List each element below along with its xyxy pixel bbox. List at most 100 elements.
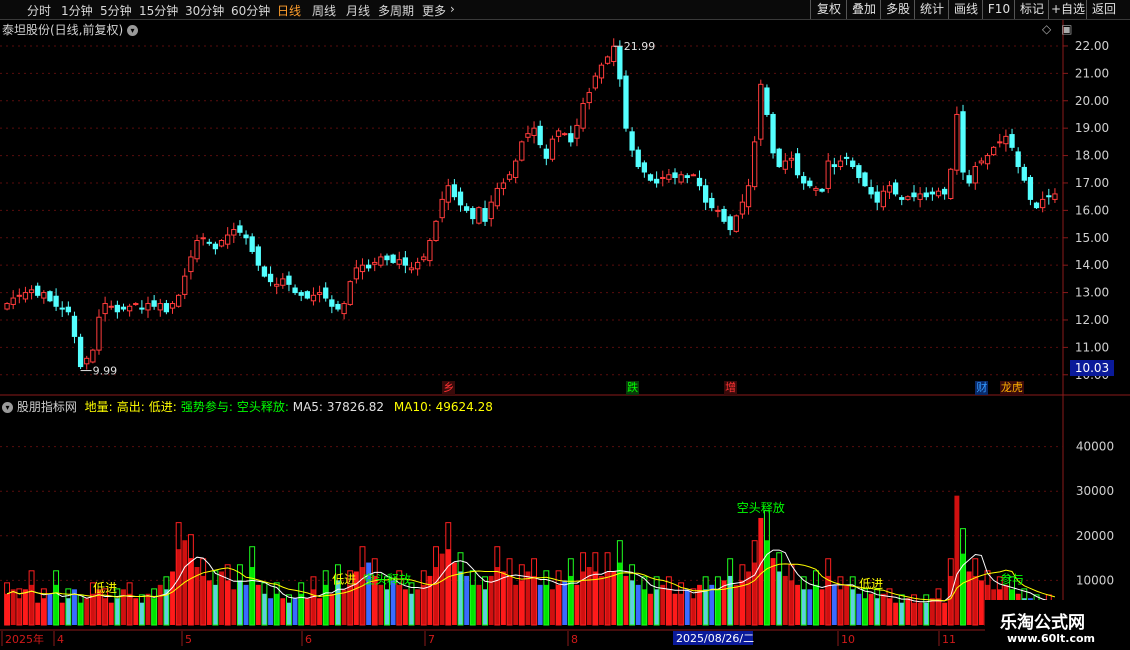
panel-toggle-icon[interactable]: ▣ <box>1061 22 1072 36</box>
volume-bar <box>274 593 280 625</box>
volume-bar <box>170 571 175 625</box>
volume-bar <box>458 571 463 625</box>
volume-bar <box>899 602 905 625</box>
candle-body <box>672 172 678 178</box>
volume-annotation: 低进 <box>332 572 356 586</box>
volume-tick-label: 30000 <box>1076 484 1114 498</box>
candle-body <box>1052 193 1058 200</box>
volume-bar <box>255 584 261 625</box>
candle-body <box>194 240 200 260</box>
price-tick-label: 17.00 <box>1075 176 1109 190</box>
volume-bar <box>409 593 414 625</box>
volume-bar <box>831 584 837 625</box>
volume-bar <box>880 593 886 625</box>
candle-body <box>923 192 929 198</box>
candle-body <box>126 305 133 312</box>
candle-body <box>482 208 488 222</box>
volume-bar <box>911 602 917 625</box>
candle-body <box>813 187 819 191</box>
candle-body <box>788 157 795 161</box>
volume-bar <box>329 593 335 625</box>
date-label: 5 <box>185 633 192 646</box>
candle-body <box>390 254 396 263</box>
candle-body <box>84 357 90 365</box>
candle-body <box>427 240 433 262</box>
volume-bar <box>84 598 90 625</box>
candle-body <box>255 246 261 266</box>
volume-bar <box>556 584 562 625</box>
diamond-icon[interactable]: ◇ <box>1042 22 1051 36</box>
event-marker[interactable]: 增 <box>724 381 738 395</box>
candle-body <box>954 113 960 171</box>
candle-body <box>359 264 366 273</box>
candle-body <box>941 188 948 195</box>
candle-body <box>329 299 335 307</box>
candle-body <box>819 188 825 192</box>
volume-bar <box>825 575 831 625</box>
kline-chart[interactable]: 22.00 21.00 20.00 19.00 18.00 17.00 16.00 15.00… <box>0 0 1130 650</box>
candle-body <box>972 166 978 184</box>
candle-body <box>41 292 47 299</box>
volume-bar <box>617 562 623 625</box>
volume-bar <box>53 584 59 625</box>
low-price-label: 9.99 <box>93 365 118 378</box>
event-marker[interactable]: 财 <box>975 381 989 395</box>
price-tick-label: 15.00 <box>1075 231 1109 245</box>
price-tick-label: 18.00 <box>1075 149 1109 163</box>
candle-body <box>16 294 22 297</box>
price-tick-label: 13.00 <box>1075 286 1109 300</box>
volume-bar <box>476 584 482 625</box>
volume-bar <box>133 598 139 625</box>
candle-body <box>402 257 409 266</box>
candle-body <box>703 185 709 203</box>
candle-body <box>531 127 537 136</box>
candle-body <box>365 264 372 269</box>
legend-item-2: 低进: <box>148 400 177 414</box>
candle-body <box>151 300 157 307</box>
volume-bar <box>611 571 617 625</box>
volume-bar <box>10 589 16 625</box>
price-tick-label: 21.00 <box>1075 66 1109 80</box>
candle-body <box>176 294 182 307</box>
volume-bar <box>317 598 323 625</box>
watermark-url: www.60lt.com <box>1007 632 1096 645</box>
candle-body <box>310 294 317 302</box>
stock-title-bar[interactable]: 泰坦股份(日线,前复权) ▾ <box>2 21 139 38</box>
candle-body <box>758 83 764 140</box>
volume-bar <box>844 584 850 625</box>
candle-body <box>886 185 893 193</box>
candle-body <box>874 191 880 203</box>
volume-bar <box>151 598 157 625</box>
event-marker[interactable]: 乡 <box>442 381 456 395</box>
event-marker[interactable]: 龙虎 <box>999 381 1024 395</box>
chevron-down-icon[interactable]: ▾ <box>127 25 139 36</box>
volume-bar <box>439 553 445 625</box>
volume-bar <box>782 575 788 625</box>
volume-bar <box>923 602 929 625</box>
chevron-down-icon[interactable]: ▾ <box>2 402 13 413</box>
candle-body <box>678 174 684 183</box>
volume-bar <box>219 571 224 625</box>
date-label: 6 <box>305 633 312 646</box>
volume-bar <box>776 571 782 625</box>
candle-body <box>1021 166 1027 181</box>
volume-bar <box>850 589 856 625</box>
candle-body <box>408 267 415 271</box>
candle-body <box>745 185 752 208</box>
price-tick-label: 11.00 <box>1075 340 1109 354</box>
volume-bar <box>188 558 194 625</box>
candle-body <box>249 236 255 252</box>
volume-bar <box>433 567 439 625</box>
candle-body <box>752 141 758 188</box>
volume-bar <box>298 593 304 625</box>
event-marker[interactable]: 跌 <box>626 381 640 395</box>
volume-bar <box>788 580 794 625</box>
candle-body <box>549 138 556 160</box>
volume-bar <box>304 598 310 625</box>
volume-annotation: 低进 <box>859 577 883 591</box>
candle-body <box>108 305 114 308</box>
volume-tick-label: 20000 <box>1076 529 1114 543</box>
legend-item-0: 地量: <box>84 400 113 414</box>
volume-bar <box>672 593 678 625</box>
candle-body <box>598 64 605 79</box>
